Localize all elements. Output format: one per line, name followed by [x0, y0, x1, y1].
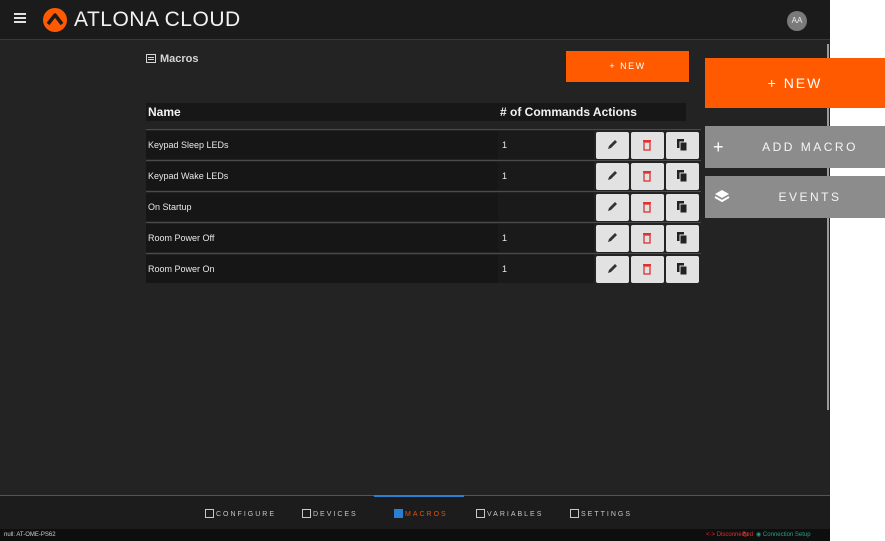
pencil-icon	[608, 171, 617, 180]
plus-icon: +	[713, 137, 727, 157]
macro-name: Keypad Sleep LEDs	[146, 131, 498, 159]
table-row: Room Power Off 1	[146, 222, 701, 252]
nav-variables[interactable]: VARIABLES	[476, 509, 543, 521]
copy-icon	[677, 201, 688, 213]
settings-icon	[570, 509, 579, 518]
delete-button[interactable]	[631, 225, 664, 252]
nav-label: CONFIGURE	[216, 511, 276, 518]
macro-name: Room Power On	[146, 255, 498, 283]
table-row: Keypad Wake LEDs 1	[146, 160, 701, 190]
copy-button[interactable]	[666, 194, 699, 221]
new-button-large[interactable]: + NEW	[705, 58, 885, 108]
copy-icon	[677, 232, 688, 244]
command-count: 1	[498, 255, 594, 283]
devices-icon	[302, 509, 311, 518]
trash-icon	[643, 233, 651, 244]
atlona-logo	[43, 8, 67, 32]
copy-icon	[677, 139, 688, 151]
pencil-icon	[608, 140, 617, 149]
macro-name: On Startup	[146, 193, 498, 221]
column-header-name: Name	[146, 103, 498, 121]
macros-icon	[146, 54, 156, 63]
nav-macros[interactable]: MACROS	[394, 509, 448, 521]
delete-button[interactable]	[631, 194, 664, 221]
bottom-nav: CONFIGURE DEVICES MACROS VARIABLES SETTI…	[0, 495, 830, 529]
edit-button[interactable]	[596, 194, 629, 221]
add-macro-label: ADD MACRO	[762, 140, 858, 154]
table-row: On Startup	[146, 191, 701, 221]
nav-active-indicator	[374, 495, 464, 497]
command-count: 1	[498, 131, 594, 159]
macro-name: Room Power Off	[146, 224, 498, 252]
copy-button[interactable]	[666, 132, 699, 159]
avatar[interactable]: AA	[787, 11, 807, 31]
connection-setup-link[interactable]: ◉ Connection Setup	[756, 529, 811, 541]
macros-icon	[394, 509, 403, 518]
command-count	[498, 193, 594, 221]
delete-button[interactable]	[631, 132, 664, 159]
top-bar: ATLONA CLOUD AA	[0, 0, 830, 40]
command-count: 1	[498, 224, 594, 252]
edit-button[interactable]	[596, 132, 629, 159]
layers-icon	[714, 190, 730, 203]
new-macro-button[interactable]: + NEW	[566, 51, 689, 82]
nav-label: VARIABLES	[487, 511, 544, 518]
table-row: Keypad Sleep LEDs 1	[146, 129, 701, 159]
trash-icon	[643, 202, 651, 213]
macro-name: Keypad Wake LEDs	[146, 162, 498, 190]
copy-icon	[677, 170, 688, 182]
nav-label: MACROS	[405, 511, 448, 518]
nav-configure[interactable]: CONFIGURE	[205, 509, 276, 521]
delete-button[interactable]	[631, 163, 664, 190]
nav-devices[interactable]: DEVICES	[302, 509, 358, 521]
connection-setup-label: Connection Setup	[762, 532, 811, 538]
table-row: Room Power On 1	[146, 253, 701, 283]
device-status: null: AT-OME-PS62	[4, 532, 56, 538]
trash-icon	[643, 140, 651, 151]
events-label: EVENTS	[778, 190, 842, 204]
edit-button[interactable]	[596, 256, 629, 283]
command-count: 1	[498, 162, 594, 190]
copy-icon	[677, 263, 688, 275]
page-title-label: Macros	[160, 53, 199, 65]
pencil-icon	[608, 233, 617, 242]
variables-icon	[476, 509, 485, 518]
copy-button[interactable]	[666, 256, 699, 283]
edit-button[interactable]	[596, 225, 629, 252]
delete-button[interactable]	[631, 256, 664, 283]
page-title: Macros	[146, 53, 199, 65]
status-bar: null: AT-OME-PS62 <·> Disconnected ↻ ◉ C…	[0, 529, 830, 541]
nav-settings[interactable]: SETTINGS	[570, 509, 632, 521]
pencil-icon	[608, 202, 617, 211]
configure-icon	[205, 509, 214, 518]
trash-icon	[643, 264, 651, 275]
copy-button[interactable]	[666, 225, 699, 252]
refresh-icon[interactable]: ↻	[742, 529, 749, 541]
copy-button[interactable]	[666, 163, 699, 190]
edit-button[interactable]	[596, 163, 629, 190]
events-button[interactable]: EVENTS	[705, 176, 885, 218]
hamburger-menu-icon[interactable]	[14, 13, 26, 27]
brand-name: ATLONA CLOUD	[74, 8, 241, 31]
pencil-icon	[608, 264, 617, 273]
nav-label: SETTINGS	[581, 511, 633, 518]
trash-icon	[643, 171, 651, 182]
column-header-commands-actions: # of Commands Actions	[498, 103, 686, 121]
add-macro-button[interactable]: + ADD MACRO	[705, 126, 885, 168]
nav-label: DEVICES	[313, 511, 358, 518]
